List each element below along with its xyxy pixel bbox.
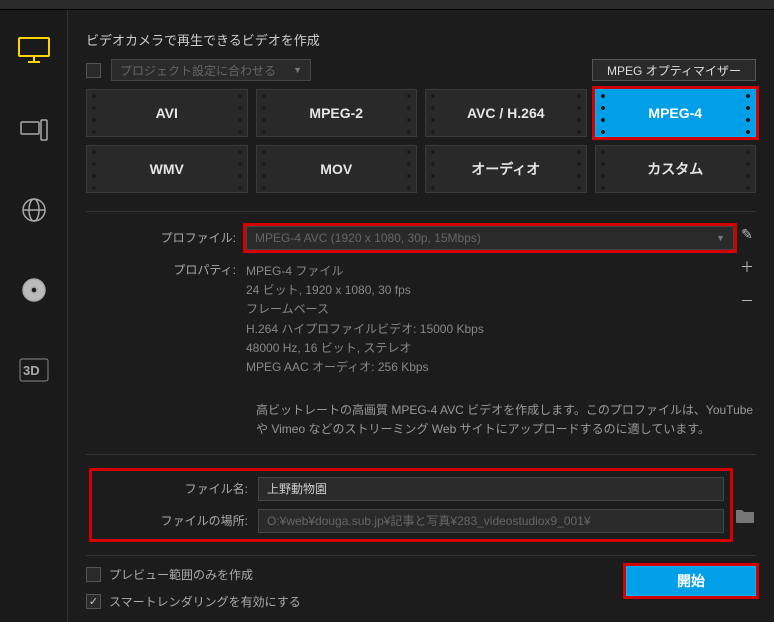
filename-input[interactable] [258,477,724,501]
preview-only-row[interactable]: プレビュー範囲のみを作成 [86,566,301,583]
chevron-down-icon: ▼ [716,233,725,243]
sidebar-disc[interactable] [10,270,58,310]
profile-label: プロファイル: [86,226,246,246]
sidebar-device[interactable] [10,110,58,150]
preview-only-label: プレビュー範囲のみを作成 [109,566,253,583]
sidebar-web[interactable] [10,190,58,230]
file-block: ファイル名: ファイルの場所: [86,454,756,555]
edit-icon[interactable]: ✎ [741,226,753,243]
format-grid: AVI MPEG-2 AVC / H.264 MPEG-4 WMV MOV オー… [86,89,756,193]
format-avc[interactable]: AVC / H.264 [425,89,587,137]
profile-description: 高ビットレートの高画質 MPEG-4 AVC ビデオを作成します。このプロファイ… [86,401,756,439]
format-avi[interactable]: AVI [86,89,248,137]
minus-icon[interactable]: － [740,291,754,311]
project-match-checkbox[interactable] [86,63,101,78]
start-button[interactable]: 開始 [626,566,756,596]
project-match-select[interactable]: プロジェクト設定に合わせる ▼ [111,59,311,81]
filename-label: ファイル名: [98,477,258,497]
property-values: MPEG-4 ファイル 24 ビット, 1920 x 1080, 30 fps … [246,258,734,381]
sidebar-3d[interactable]: 3D [10,350,58,390]
page-heading: ビデオカメラで再生できるビデオを作成 [86,30,756,49]
folder-icon[interactable] [734,507,756,527]
plus-icon[interactable]: ＋ [740,257,754,277]
titlebar [0,0,774,10]
format-mov[interactable]: MOV [256,145,418,193]
profile-selected-value: MPEG-4 AVC (1920 x 1080, 30p, 15Mbps) [255,231,481,245]
project-match-label: プロジェクト設定に合わせる [120,62,276,79]
smart-render-label: スマートレンダリングを有効にする [109,593,301,610]
profile-select[interactable]: MPEG-4 AVC (1920 x 1080, 30p, 15Mbps) ▼ [246,226,734,250]
format-audio[interactable]: オーディオ [425,145,587,193]
svg-text:3D: 3D [23,363,40,378]
format-custom[interactable]: カスタム [595,145,757,193]
mpeg-optimizer-button[interactable]: MPEG オプティマイザー [592,59,756,81]
main-panel: ビデオカメラで再生できるビデオを作成 プロジェクト設定に合わせる ▼ MPEG … [68,10,774,622]
sidebar-computer[interactable] [10,30,58,70]
property-label: プロパティ: [86,258,246,278]
format-mpeg2[interactable]: MPEG-2 [256,89,418,137]
sidebar: 3D [0,10,68,622]
chevron-down-icon: ▼ [293,65,302,75]
profile-side-icons: ✎ ＋ － [738,226,756,311]
format-mpeg4[interactable]: MPEG-4 [595,89,757,137]
format-wmv[interactable]: WMV [86,145,248,193]
smart-render-checkbox[interactable]: ✓ [86,594,101,609]
filelocation-label: ファイルの場所: [98,509,258,529]
smart-render-row[interactable]: ✓ スマートレンダリングを有効にする [86,593,301,610]
filelocation-input[interactable] [258,509,724,533]
preview-only-checkbox[interactable] [86,567,101,582]
